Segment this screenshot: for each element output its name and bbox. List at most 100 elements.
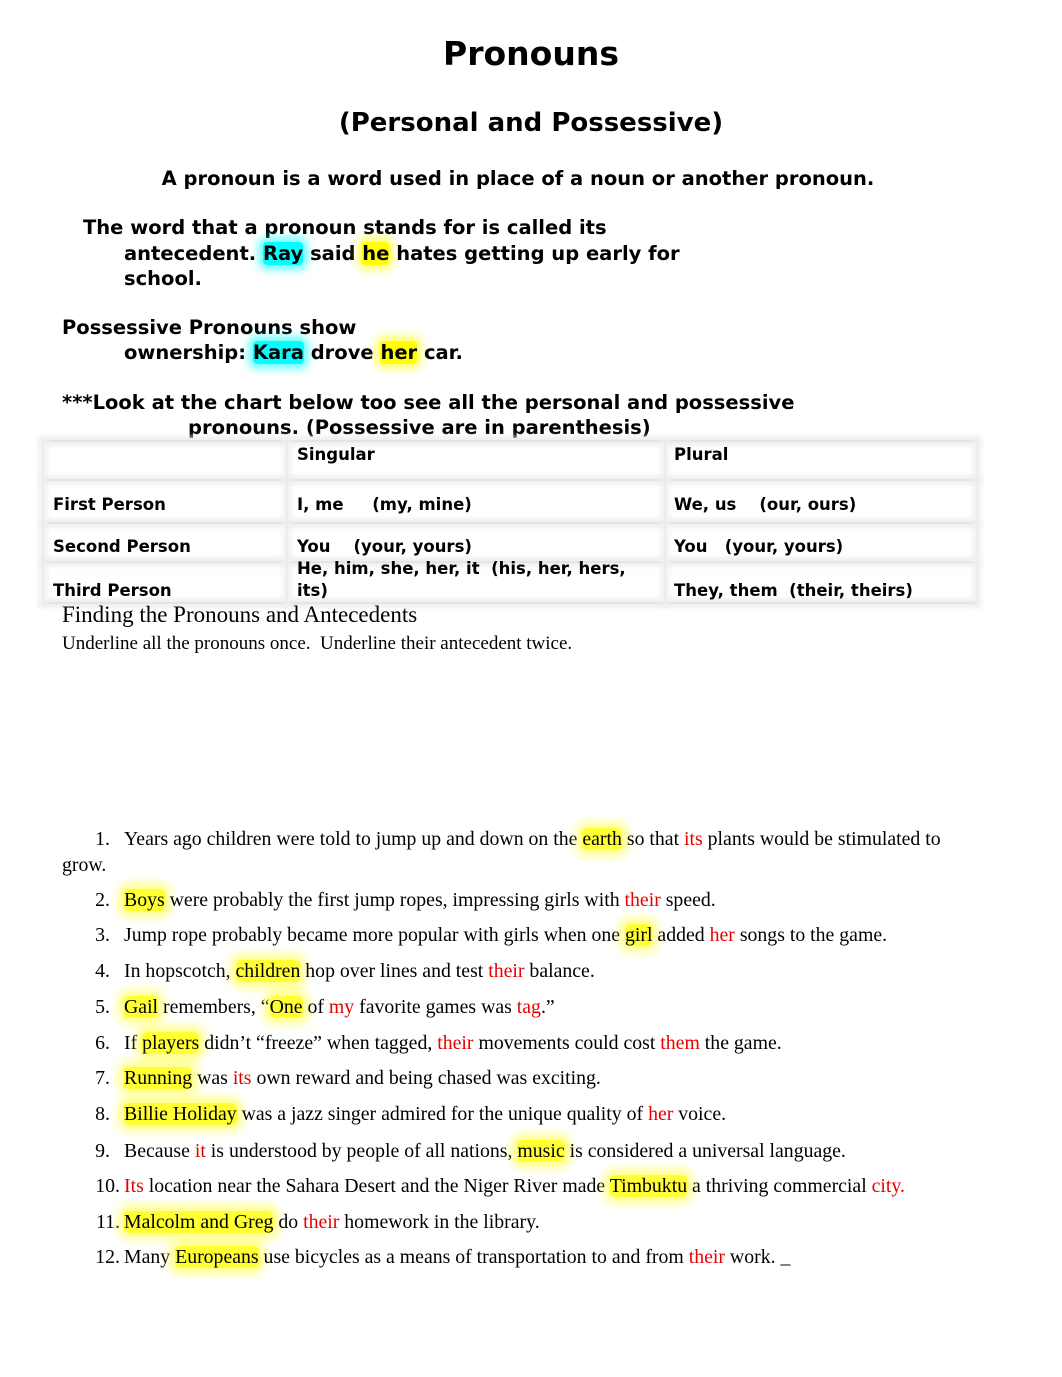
sentence-text: the game. xyxy=(699,1032,782,1054)
antecedent-highlight: Boys xyxy=(124,889,165,911)
item-number: 8. xyxy=(95,1103,110,1125)
exercise-heading: Finding the Pronouns and Antecedents xyxy=(62,602,418,627)
exercise-item: 2. Boys were probably the first jump rope… xyxy=(62,887,1002,913)
chart-intro-line: pronouns. (Possessive are in parenthesis… xyxy=(188,416,651,439)
example-pronoun-highlight: he xyxy=(362,242,390,265)
item-number: 3. xyxy=(95,924,110,946)
table-grid-line xyxy=(664,440,666,604)
item-number: 6. xyxy=(95,1032,110,1054)
singular-cell-continued: its) xyxy=(297,581,328,600)
pronoun-marked: their xyxy=(437,1032,474,1054)
sentence-text: balance. xyxy=(524,960,595,982)
pronoun-marked: its xyxy=(232,1067,252,1089)
plural-cell: You (your, yours) xyxy=(674,537,844,556)
exercise-instruction: Underline all the pronouns once. Underli… xyxy=(62,633,573,654)
sentence-text: of xyxy=(302,996,329,1018)
antecedent-highlight: Malcolm and Greg xyxy=(124,1211,274,1233)
sentence-text: added xyxy=(652,924,710,946)
pronoun-marked: their xyxy=(624,889,661,911)
sentence-text: was a jazz singer admired for the unique… xyxy=(236,1103,649,1125)
antecedent-highlight: Billie Holiday xyxy=(124,1103,237,1125)
possessive-label: ownership: xyxy=(124,341,247,364)
example-text: drove xyxy=(310,341,374,364)
exercise-item: 4. In hopscotch, children hop over lines … xyxy=(62,958,1002,984)
antecedent-label: antecedent. xyxy=(124,242,257,265)
antecedent-highlight: Timbuktu xyxy=(609,1175,688,1197)
pronoun-chart-table: Singular Plural First Person I, me (my, … xyxy=(42,440,978,604)
table-grid-line xyxy=(42,440,978,442)
item-number: 1. xyxy=(95,828,110,850)
possessive-example-line: ownership: Kara drove her car. xyxy=(124,340,463,365)
pronoun-marked: it xyxy=(194,1140,206,1162)
item-number: 11. xyxy=(96,1211,120,1233)
exercise-item: 6. If players didn’t “freeze” when tagged… xyxy=(62,1030,1002,1056)
sentence-text: do xyxy=(273,1211,304,1233)
antecedent-highlight: Running xyxy=(124,1067,193,1089)
pronoun-marked: her xyxy=(709,924,735,946)
sentence-text: remembers, “ xyxy=(158,996,270,1018)
antecedent-definition-line: The word that a pronoun stands for is ca… xyxy=(83,216,607,239)
pronoun-marked: their xyxy=(688,1246,725,1268)
pronoun-marked: Its xyxy=(124,1175,144,1197)
possessive-definition-line: Possessive Pronouns show xyxy=(62,316,357,339)
sentence-text: songs to the game. xyxy=(734,924,888,946)
sentence-text: voice. xyxy=(673,1103,727,1125)
plural-cell: We, us (our, ours) xyxy=(674,495,857,514)
pronoun-marked: city. xyxy=(871,1175,905,1197)
antecedent-example-line: antecedent. Ray said he hates getting up… xyxy=(124,241,680,266)
pronoun-marked: their xyxy=(303,1211,340,1233)
exercise-item: 11. Malcolm and Greg do their homework in… xyxy=(62,1209,1002,1235)
pronoun-marked: her xyxy=(648,1103,674,1125)
antecedent-highlight: players xyxy=(142,1032,200,1054)
person-label: First Person xyxy=(53,495,166,514)
example-text: said xyxy=(310,242,356,265)
sentence-text: hop over lines and test xyxy=(300,960,489,982)
singular-cell: I, me (my, mine) xyxy=(297,495,472,514)
sentence-text: Years ago children were told to jump up … xyxy=(124,828,583,850)
example-antecedent-highlight: Ray xyxy=(262,242,304,265)
page-title: Pronouns xyxy=(443,34,619,73)
sentence-text: location near the Sahara Desert and the … xyxy=(143,1175,610,1197)
sentence-text: movements could cost xyxy=(473,1032,661,1054)
item-number: 2. xyxy=(95,889,110,911)
antecedent-highlight: girl xyxy=(625,924,653,946)
page-subtitle: (Personal and Possessive) xyxy=(338,108,724,138)
sentence-text: If xyxy=(124,1032,143,1054)
exercise-item: 12. Many Europeans use bicycles as a mean… xyxy=(62,1244,1002,1270)
sentence-text: work. _ xyxy=(724,1246,791,1268)
example-text: car. xyxy=(423,341,463,364)
antecedent-highlight: music xyxy=(517,1140,565,1162)
antecedent-highlight: Europeans xyxy=(175,1246,259,1268)
header-singular: Singular xyxy=(297,445,375,464)
antecedent-example-end: school. xyxy=(124,267,202,290)
antecedent-highlight: One xyxy=(269,996,303,1018)
sentence-text: Jump rope probably became more popular w… xyxy=(124,924,625,946)
pronoun-marked: tag xyxy=(516,996,541,1018)
example-owner-highlight: Kara xyxy=(252,341,304,364)
exercise-item: 10. Its location near the Sahara Desert a… xyxy=(62,1173,1002,1199)
sentence-text: plants would be stimulated to xyxy=(702,828,941,850)
sentence-text: Many xyxy=(124,1246,176,1268)
header-plural: Plural xyxy=(674,445,729,464)
person-label: Second Person xyxy=(53,537,191,556)
pronoun-definition: A pronoun is a word used in place of a n… xyxy=(161,167,875,190)
pronoun-marked: my xyxy=(328,996,355,1018)
sentence-text: didn’t “freeze” when tagged, xyxy=(199,1032,438,1054)
sentence-text: was xyxy=(192,1067,233,1089)
sentence-text: speed. xyxy=(660,889,716,911)
sentence-text: so that xyxy=(621,828,685,850)
sentence-text: .” xyxy=(540,996,555,1018)
pronoun-marked: its xyxy=(684,828,703,850)
plural-cell: They, them (their, theirs) xyxy=(674,581,913,600)
item-number: 7. xyxy=(95,1067,110,1089)
person-label: Third Person xyxy=(53,581,172,600)
sentence-text: In hopscotch, xyxy=(124,960,236,982)
exercise-item: 1. Years ago children were told to jump u… xyxy=(62,826,1002,878)
singular-cell: He, him, she, her, it (his, her, hers, xyxy=(297,559,626,578)
singular-cell: You (your, yours) xyxy=(297,537,472,556)
sentence-text: is considered a universal language. xyxy=(564,1140,846,1162)
example-possessive-highlight: her xyxy=(380,341,418,364)
antecedent-highlight: earth xyxy=(582,828,622,850)
exercise-item: 8. Billie Holiday was a jazz singer admir… xyxy=(62,1101,1002,1127)
sentence-text: were probably the first jump ropes, impr… xyxy=(164,889,625,911)
